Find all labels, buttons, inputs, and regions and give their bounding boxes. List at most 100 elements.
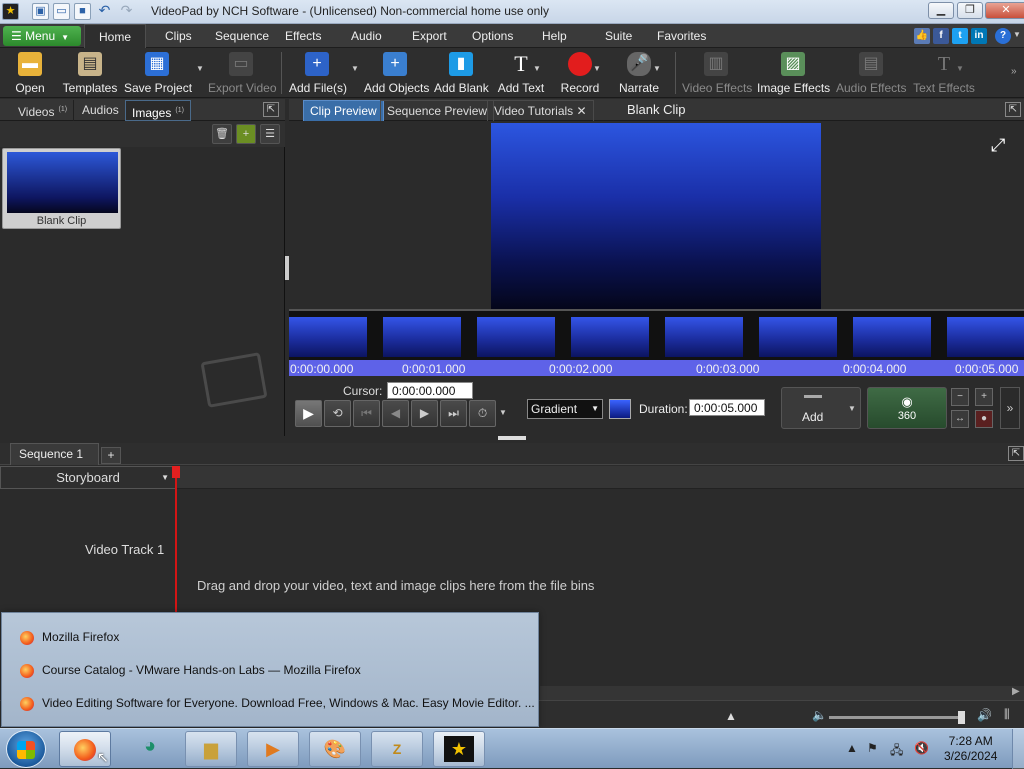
undock-panel-icon[interactable]: ⇱ bbox=[1008, 446, 1024, 461]
speed-button[interactable]: ⏱ bbox=[469, 400, 496, 427]
tab-options[interactable]: Options bbox=[472, 24, 513, 48]
scroll-right-icon[interactable]: ▶ bbox=[1012, 686, 1020, 697]
tab-videos[interactable]: Videos (1) bbox=[12, 100, 75, 121]
next-frame-button[interactable]: ▶ bbox=[411, 400, 438, 427]
taskbar-app-globe-icon[interactable]: ◕ bbox=[124, 735, 176, 765]
tab-help[interactable]: Help bbox=[542, 24, 567, 48]
skip-to-end-button[interactable]: ⏭ bbox=[440, 400, 467, 427]
add-folder-icon[interactable]: + bbox=[236, 124, 256, 144]
tab-export[interactable]: Export bbox=[412, 24, 447, 48]
save-icon[interactable]: ■ bbox=[74, 3, 91, 20]
menu-button[interactable]: ☰ Menu ▼ bbox=[3, 26, 81, 46]
tab-audios[interactable]: Audios bbox=[76, 100, 126, 121]
fullscreen-icon[interactable]: ⤢ bbox=[991, 135, 1005, 156]
tab-clips[interactable]: Clips bbox=[165, 24, 192, 48]
duration-field[interactable]: 0:00:05.000 bbox=[689, 399, 765, 416]
playhead[interactable] bbox=[175, 466, 177, 616]
minimize-button[interactable]: ▁ bbox=[928, 2, 954, 19]
audio-levels-icon[interactable]: ⫼ bbox=[1004, 707, 1010, 722]
record-button[interactable]: Record bbox=[558, 50, 602, 96]
preview-video-frame[interactable] bbox=[491, 123, 821, 309]
tab-sequence-preview[interactable]: Sequence Preview bbox=[380, 100, 495, 121]
tab-sequence[interactable]: Sequence bbox=[215, 24, 269, 48]
clip-filmstrip[interactable] bbox=[289, 309, 1024, 360]
cursor-time-field[interactable]: 0:00:00.000 bbox=[387, 382, 473, 399]
taskbar-media-player-icon[interactable]: ▶ bbox=[247, 731, 299, 767]
show-desktop-button[interactable] bbox=[1012, 729, 1024, 769]
close-icon[interactable]: ✕ bbox=[577, 104, 587, 118]
trash-icon[interactable]: 🗑 bbox=[212, 124, 232, 144]
chevron-down-icon[interactable]: ▼ bbox=[1013, 30, 1021, 39]
undo-icon[interactable]: ↶ bbox=[96, 3, 113, 20]
360-button[interactable]: ◉ 360 bbox=[867, 387, 947, 429]
templates-button[interactable]: ▤ Templates bbox=[62, 50, 118, 96]
restore-button[interactable]: ❐ bbox=[957, 2, 983, 19]
add-files-button[interactable]: + Add File(s) bbox=[289, 50, 347, 96]
volume-slider-knob[interactable] bbox=[958, 711, 965, 724]
taskbar-videopad[interactable]: ★ bbox=[433, 731, 485, 767]
tab-home[interactable]: Home bbox=[84, 24, 147, 48]
chevron-down-icon[interactable]: ▼ bbox=[351, 64, 359, 73]
help-icon[interactable]: ? bbox=[995, 28, 1011, 44]
tray-expand-icon[interactable]: ▲ bbox=[846, 741, 858, 755]
redo-icon[interactable]: ↷ bbox=[118, 3, 135, 20]
chevron-down-icon[interactable]: ▼ bbox=[196, 64, 204, 73]
image-effects-button[interactable]: ▨ Image Effects bbox=[757, 50, 830, 96]
taskbar-file-explorer-icon[interactable]: ▆ bbox=[185, 731, 237, 767]
narrate-button[interactable]: 🎤 Narrate bbox=[616, 50, 662, 96]
clip-thumbnail[interactable]: Blank Clip bbox=[2, 148, 121, 229]
fit-width-icon[interactable]: ↔ bbox=[951, 410, 969, 428]
linkedin-icon[interactable]: in bbox=[971, 28, 987, 44]
chevron-down-icon[interactable]: ▼ bbox=[848, 404, 856, 413]
chevron-down-icon[interactable]: ▼ bbox=[499, 408, 507, 417]
tab-video-tutorials[interactable]: Video Tutorials ✕ bbox=[487, 100, 594, 121]
expand-panel-icon[interactable]: » bbox=[1000, 387, 1020, 429]
tab-audio[interactable]: Audio bbox=[351, 24, 382, 48]
undock-panel-icon[interactable]: ⇱ bbox=[1005, 102, 1021, 117]
jumplist-item[interactable]: Video Editing Software for Everyone. Dow… bbox=[20, 693, 535, 713]
add-objects-button[interactable]: + Add Objects bbox=[364, 50, 429, 96]
play-button[interactable]: ▶ bbox=[295, 400, 322, 427]
start-button[interactable] bbox=[6, 730, 46, 768]
taskbar-paint-icon[interactable]: 🎨 bbox=[309, 731, 361, 767]
toolbar-overflow-icon[interactable]: » bbox=[1011, 66, 1017, 77]
jumplist-item[interactable]: Course Catalog - VMware Hands-on Labs — … bbox=[20, 660, 361, 680]
previous-frame-button[interactable]: ◀ bbox=[382, 400, 409, 427]
audio-effects-button[interactable]: ▤ Audio Effects bbox=[836, 50, 907, 96]
add-sequence-button[interactable]: + bbox=[101, 447, 121, 464]
facebook-icon[interactable]: f bbox=[933, 28, 949, 44]
loop-button[interactable]: ⟲ bbox=[324, 400, 351, 427]
horizontal-scrollbar[interactable] bbox=[540, 686, 1024, 700]
color-swatch[interactable] bbox=[609, 399, 631, 419]
chevron-down-icon[interactable]: ▼ bbox=[653, 64, 661, 73]
zoom-in-icon[interactable]: + bbox=[975, 388, 993, 406]
video-effects-button[interactable]: ▥ Video Effects bbox=[682, 50, 752, 96]
time-ruler[interactable]: 0:00:00.000 0:00:01.000 0:00:02.000 0:00… bbox=[289, 360, 1024, 376]
open-button[interactable]: ▬ Open bbox=[6, 50, 54, 96]
view-mode-select[interactable]: Storyboard ▼ bbox=[0, 466, 176, 489]
tab-effects[interactable]: Effects bbox=[285, 24, 321, 48]
open-folder-icon[interactable]: ▭ bbox=[53, 3, 70, 20]
playhead-handle[interactable] bbox=[172, 466, 180, 478]
jumplist-item[interactable]: Mozilla Firefox bbox=[20, 627, 119, 647]
taskbar-clock[interactable]: 7:28 AM 3/26/2024 bbox=[944, 734, 997, 764]
record-small-icon[interactable]: ● bbox=[975, 410, 993, 428]
tab-images[interactable]: Images (1) bbox=[125, 100, 191, 121]
volume-slider[interactable] bbox=[829, 716, 965, 719]
network-icon[interactable]: 🖧 bbox=[890, 741, 903, 762]
tab-favorites[interactable]: Favorites bbox=[657, 24, 706, 48]
tab-sequence-1[interactable]: Sequence 1 ✕ bbox=[10, 443, 99, 481]
export-video-button[interactable]: ▭ Export Video bbox=[208, 50, 277, 96]
thumbs-up-icon[interactable]: 👍 bbox=[914, 28, 930, 44]
action-center-flag-icon[interactable]: ⚑ bbox=[867, 741, 878, 755]
tab-suite[interactable]: Suite bbox=[605, 24, 632, 48]
tab-clip-preview[interactable]: Clip Preview bbox=[303, 100, 384, 121]
fill-type-select[interactable]: Gradient ▼ bbox=[527, 399, 603, 419]
zoom-out-icon[interactable]: − bbox=[951, 388, 969, 406]
save-project-button[interactable]: ▦ Save Project bbox=[124, 50, 192, 96]
undock-panel-icon[interactable]: ⇱ bbox=[263, 102, 279, 117]
collapse-up-icon[interactable]: ▲ bbox=[725, 709, 737, 723]
text-effects-button[interactable]: T Text Effects bbox=[912, 50, 976, 96]
chevron-down-icon[interactable]: ▼ bbox=[533, 64, 541, 73]
skip-to-start-button[interactable]: ⏮ bbox=[353, 400, 380, 427]
